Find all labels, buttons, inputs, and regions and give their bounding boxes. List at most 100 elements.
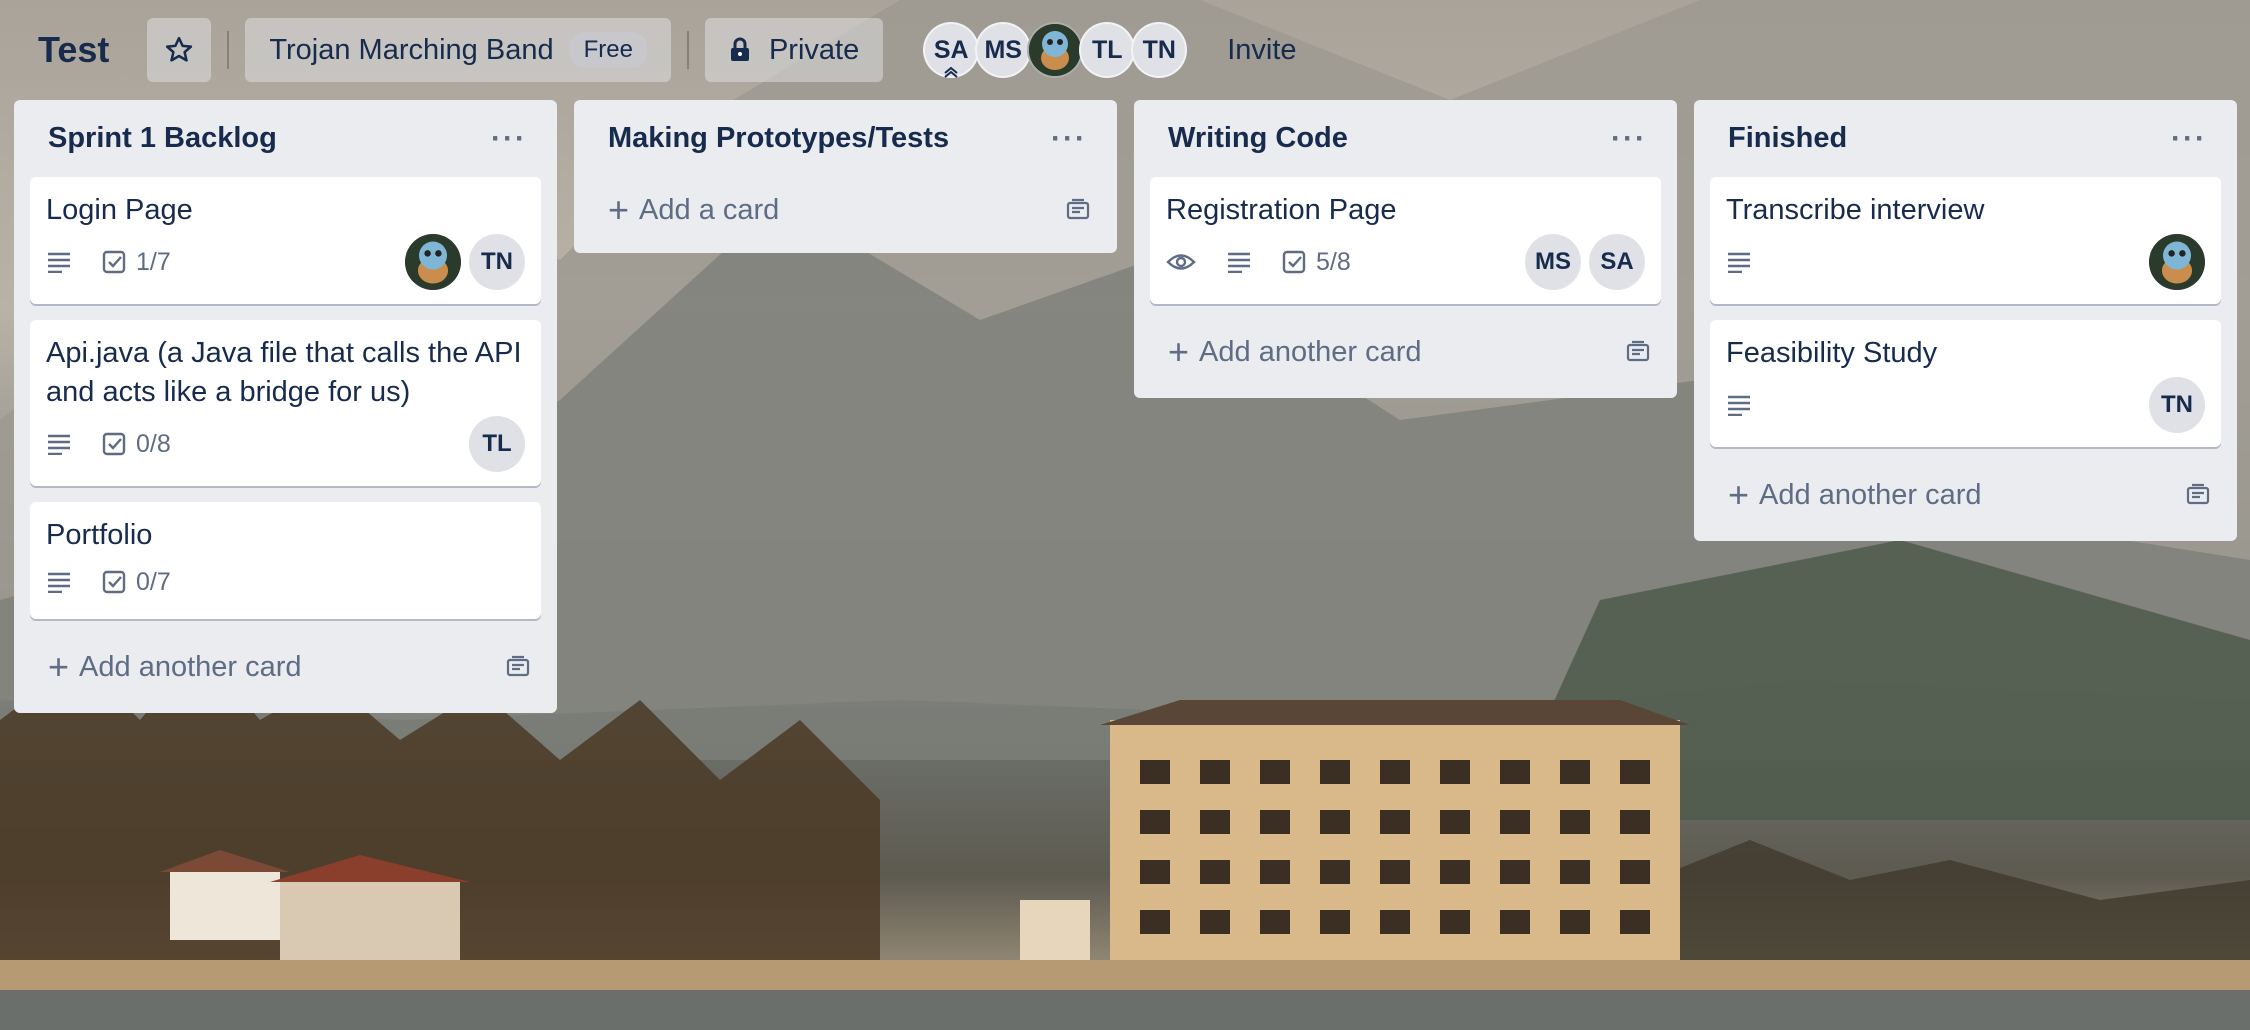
member-avatar-photo[interactable]	[1027, 22, 1084, 78]
card-badges: 5/8 MS SA	[1166, 232, 1645, 292]
member-avatar-photo[interactable]	[405, 234, 461, 290]
card[interactable]: Api.java (a Java file that calls the API…	[30, 320, 541, 486]
checklist-count: 1/7	[136, 247, 171, 276]
turtle-avatar-icon	[2149, 234, 2205, 290]
card-title: Registration Page	[1166, 194, 1397, 226]
list-menu-icon[interactable]: ···	[2171, 122, 2207, 156]
member-avatar[interactable]: MS	[1525, 234, 1581, 290]
card-members: TN	[2141, 377, 2205, 433]
visibility-button[interactable]: Private	[704, 18, 884, 82]
list-making-prototypes: Making Prototypes/Tests ··· + Add a card	[574, 100, 1117, 253]
description-icon	[1726, 394, 1752, 416]
card-template-icon[interactable]	[2185, 483, 2211, 507]
card[interactable]: Portfolio 0/7	[30, 502, 541, 619]
list-sprint-1-backlog: Sprint 1 Backlog ··· Login Page 1/7 TN A…	[14, 100, 557, 713]
description-icon	[1726, 251, 1752, 273]
card[interactable]: Login Page 1/7 TN	[30, 177, 541, 304]
member-avatar[interactable]: SA	[923, 22, 980, 78]
add-card-label: Add a card	[639, 193, 780, 226]
star-board-button[interactable]	[147, 18, 212, 82]
checklist-count: 0/8	[136, 429, 171, 458]
list-title[interactable]: Sprint 1 Backlog	[48, 122, 277, 155]
list-header: Finished ···	[1710, 100, 2221, 177]
card-members: TN	[397, 234, 525, 290]
visibility-label: Private	[768, 33, 860, 66]
member-avatar[interactable]: MS	[975, 22, 1032, 78]
checkbox-icon	[102, 432, 126, 456]
card-template-icon[interactable]	[505, 655, 531, 679]
eye-icon	[1166, 251, 1196, 273]
add-card-button[interactable]: + Add another card	[1710, 463, 2221, 527]
list-finished: Finished ··· Transcribe interview Feasib…	[1694, 100, 2237, 541]
card-badges	[1726, 232, 2205, 292]
plus-icon: +	[608, 189, 630, 230]
member-avatar-photo[interactable]	[2149, 234, 2205, 290]
list-title[interactable]: Writing Code	[1168, 122, 1348, 155]
admin-chevron-icon	[944, 66, 958, 78]
board-header: Test Trojan Marching Band Free Private S…	[0, 0, 2250, 100]
member-avatar[interactable]: TL	[469, 416, 525, 472]
turtle-avatar-icon	[405, 234, 461, 290]
card-badges: 0/7	[46, 557, 525, 607]
board-members: SA MS TL TN	[923, 22, 1188, 78]
card-members: TL	[461, 416, 525, 472]
member-avatar[interactable]: TL	[1079, 22, 1136, 78]
board-title[interactable]: Test	[38, 29, 109, 71]
card-template-icon[interactable]	[1065, 198, 1091, 222]
list-menu-icon[interactable]: ···	[491, 122, 527, 156]
checklist-badge: 0/7	[102, 568, 171, 597]
header-divider	[227, 31, 230, 69]
invite-button[interactable]: Invite	[1227, 34, 1296, 67]
star-icon	[166, 36, 193, 62]
card-badges: TN	[1726, 375, 2205, 435]
add-card-button[interactable]: + Add a card	[590, 177, 1101, 253]
plan-badge: Free	[569, 32, 647, 68]
list-writing-code: Writing Code ··· Registration Page 5/8 M…	[1134, 100, 1677, 398]
list-header: Sprint 1 Backlog ···	[30, 100, 541, 177]
add-card-label: Add another card	[1199, 335, 1422, 368]
header-divider	[686, 31, 689, 69]
card-members: MS SA	[1517, 234, 1645, 290]
add-card-label: Add another card	[1759, 478, 1982, 511]
card-title: Login Page	[46, 194, 193, 226]
card[interactable]: Registration Page 5/8 MS SA	[1150, 177, 1661, 304]
description-icon	[1226, 251, 1252, 273]
checkbox-icon	[102, 570, 126, 594]
add-card-label: Add another card	[79, 650, 302, 683]
description-icon	[46, 251, 72, 273]
team-button[interactable]: Trojan Marching Band Free	[245, 18, 671, 82]
list-title[interactable]: Finished	[1728, 122, 1847, 155]
card-members	[2141, 234, 2205, 290]
member-avatar[interactable]: SA	[1589, 234, 1645, 290]
checklist-badge: 5/8	[1282, 248, 1351, 277]
lock-icon	[730, 37, 749, 61]
checklist-count: 0/7	[136, 567, 171, 596]
card-badges: 1/7 TN	[46, 232, 525, 292]
plus-icon: +	[48, 646, 70, 687]
team-name: Trojan Marching Band	[269, 33, 554, 66]
add-card-button[interactable]: + Add another card	[30, 635, 541, 699]
member-avatar[interactable]: TN	[1131, 22, 1188, 78]
member-avatar[interactable]: TN	[469, 234, 525, 290]
list-menu-icon[interactable]: ···	[1611, 122, 1647, 156]
list-header: Writing Code ···	[1150, 100, 1661, 177]
card[interactable]: Transcribe interview	[1710, 177, 2221, 304]
checklist-count: 5/8	[1316, 247, 1351, 276]
checklist-badge: 1/7	[102, 248, 171, 277]
description-icon	[46, 433, 72, 455]
list-title[interactable]: Making Prototypes/Tests	[608, 122, 949, 155]
card-template-icon[interactable]	[1625, 340, 1651, 364]
checkbox-icon	[1282, 250, 1306, 274]
description-icon	[46, 571, 72, 593]
add-card-button[interactable]: + Add another card	[1150, 320, 1661, 384]
checklist-badge: 0/8	[102, 430, 171, 459]
list-menu-icon[interactable]: ···	[1051, 122, 1087, 156]
plus-icon: +	[1728, 474, 1750, 515]
turtle-avatar-icon	[1029, 24, 1082, 76]
checkbox-icon	[102, 250, 126, 274]
member-avatar[interactable]: TN	[2149, 377, 2205, 433]
plus-icon: +	[1168, 331, 1190, 372]
list-header: Making Prototypes/Tests ···	[590, 100, 1101, 177]
card-title: Transcribe interview	[1726, 194, 1985, 226]
card[interactable]: Feasibility Study TN	[1710, 320, 2221, 447]
